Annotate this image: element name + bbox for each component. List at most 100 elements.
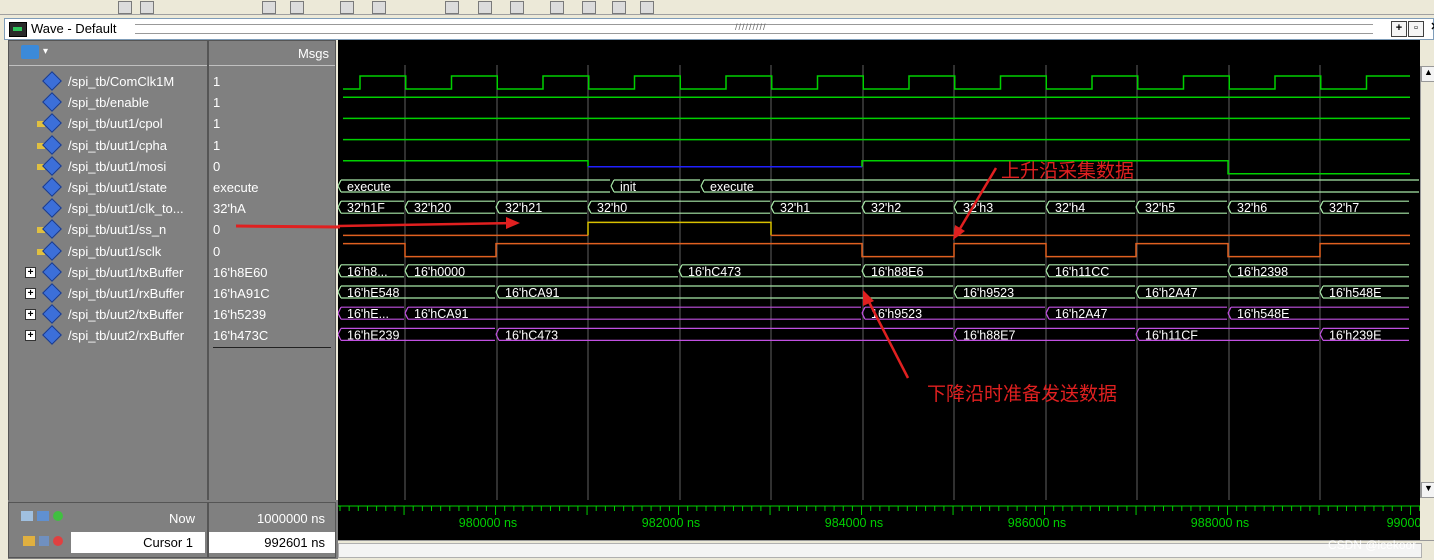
signal-name: /spi_tb/uut1/cpha <box>68 137 168 153</box>
toolbar-icon[interactable] <box>640 1 654 14</box>
titlebar-grip-dots: ///////// <box>735 22 767 32</box>
toolbar-icon[interactable] <box>510 1 524 14</box>
signal-row[interactable]: /spi_tb/ComClk1M <box>9 71 207 92</box>
bus-value-label: 32'h20 <box>414 201 451 215</box>
scroll-up-icon[interactable]: ▲ <box>1421 66 1434 82</box>
signal-names-pane: ▾ /spi_tb/ComClk1M/spi_tb/enable/spi_tb/… <box>8 40 208 502</box>
timeline-ruler[interactable]: 980000 ns 982000 ns 984000 ns 986000 ns 9880… <box>338 500 1421 540</box>
signal-row[interactable]: + /spi_tb/uut2/rxBuffer <box>9 325 207 346</box>
timeline-label: 99000 <box>1387 516 1420 530</box>
signal-name: /spi_tb/ComClk1M <box>68 74 175 89</box>
signal-row[interactable]: /spi_tb/enable <box>9 92 207 113</box>
expand-icon[interactable]: + <box>25 266 36 278</box>
bus-value-label: 16'h2398 <box>1237 265 1288 279</box>
signal-name: /spi_tb/uut2/txBuffer <box>68 307 184 323</box>
bus-value-label: 32'h7 <box>1329 201 1359 215</box>
footer-values: 1000000 ns 992601 ns <box>208 502 336 558</box>
toolbar-icon[interactable] <box>612 1 626 14</box>
signal-diamond-icon <box>42 155 62 176</box>
signal-row[interactable]: /spi_tb/uut1/cpol <box>9 113 207 134</box>
signal-diamond-icon <box>42 71 62 91</box>
signal-value: 1 <box>213 116 221 132</box>
signal-row[interactable]: /spi_tb/uut1/state <box>9 177 207 198</box>
toolbar-icon[interactable] <box>445 1 459 14</box>
bus-value-label: 16'hC473 <box>505 328 558 342</box>
bus-value-label: 16'hC473 <box>688 265 741 279</box>
signal-diamond-icon <box>42 240 62 261</box>
toolbar-icon[interactable] <box>478 1 492 14</box>
expand-icon[interactable]: + <box>25 288 36 299</box>
signal-row[interactable]: /spi_tb/uut1/clk_to... <box>9 198 207 219</box>
chevron-down-icon[interactable]: ▾ <box>43 46 48 57</box>
signal-row[interactable]: + /spi_tb/uut1/txBuffer <box>9 261 207 283</box>
toolbar-icon[interactable] <box>372 1 386 14</box>
bus-value-label: 16'h2A47 <box>1145 286 1197 300</box>
bus-transition <box>337 179 342 193</box>
timeline-label: 980000 ns <box>459 516 517 530</box>
cursor-value-field[interactable]: 992601 ns <box>209 532 335 553</box>
toolbar-icon[interactable] <box>140 1 154 14</box>
bus-transition <box>610 179 615 193</box>
bus-value-label: 16'h548E <box>1237 307 1289 321</box>
signal-row[interactable]: /spi_tb/uut1/mosi <box>9 155 207 177</box>
signal-name: /spi_tb/uut1/mosi <box>68 158 167 174</box>
scroll-track[interactable] <box>338 543 1422 558</box>
signal-row[interactable]: + /spi_tb/uut2/txBuffer <box>9 304 207 325</box>
expand-icon[interactable]: + <box>25 330 36 342</box>
signal-name: /spi_tb/uut1/state <box>68 180 168 195</box>
expand-icon[interactable]: + <box>25 309 36 321</box>
clock-wave <box>343 75 1410 90</box>
wave-tool-icon[interactable] <box>21 45 39 59</box>
delete-cursor-icon[interactable] <box>53 536 63 546</box>
signal-diamond-icon <box>42 304 62 325</box>
lock-icon[interactable] <box>23 536 35 546</box>
watermark: CSDN @icekoor <box>1328 538 1417 552</box>
toolbar-icon[interactable] <box>582 1 596 14</box>
mosi-wave <box>343 160 589 167</box>
bus-value-label: init <box>620 180 637 194</box>
add-cursor-icon[interactable] <box>53 511 63 521</box>
scroll-down-icon[interactable]: ▼ <box>1421 482 1434 498</box>
wrench-icon[interactable] <box>39 536 49 546</box>
cursor-name-field[interactable]: Cursor 1 <box>71 532 205 553</box>
timeline-label: 984000 ns <box>825 516 883 530</box>
toolbar-icon[interactable] <box>262 1 276 14</box>
toolbar-icon[interactable] <box>118 1 132 14</box>
bus-value-label: 32'h1F <box>347 201 385 215</box>
signal-name: /spi_tb/uut1/ss_n <box>68 222 167 238</box>
sclk-wave <box>343 242 1410 258</box>
signal-row[interactable]: /spi_tb/uut1/sclk <box>9 240 207 262</box>
signal-diamond-icon <box>42 134 62 155</box>
signal-name: /spi_tb/uut2/rxBuffer <box>68 328 185 344</box>
bus-value-label: 16'h88E7 <box>963 328 1015 342</box>
zoom-tool-icon[interactable] <box>37 511 49 521</box>
horizontal-scrollbar[interactable] <box>338 540 1434 560</box>
values-pane: Msgs 1 1 1 1 0 execute 32'hA 0 0 16'h8E60 16'hA91C… <box>208 40 336 502</box>
waveform-canvas[interactable]: execute init execute 32'h1F 32'h20 32'h21 32'h… <box>337 40 1420 500</box>
undock-icon[interactable]: ▫ <box>1408 21 1424 37</box>
signal-row[interactable]: /spi_tb/uut1/ss_n <box>9 219 207 240</box>
signal-name: /spi_tb/enable <box>68 95 149 111</box>
signal-row[interactable]: /spi_tb/uut1/cpha <box>9 134 207 156</box>
add-icon[interactable]: + <box>1391 21 1407 37</box>
toolbar-icon[interactable] <box>340 1 354 14</box>
bus-value-label: 16'hE548 <box>347 286 399 300</box>
bus-value-label: 16'hCA91 <box>414 307 469 321</box>
bus-value-label: execute <box>710 180 754 194</box>
toolbar-icon[interactable] <box>550 1 564 14</box>
signal-value: 1 <box>213 137 221 153</box>
timeline-canvas[interactable]: 980000 ns 982000 ns 984000 ns 986000 ns 9880… <box>338 500 1421 540</box>
bus-value-label: 16'h0000 <box>414 265 465 279</box>
toolbar-icon[interactable] <box>290 1 304 14</box>
signal-row[interactable]: + /spi_tb/uut1/rxBuffer <box>9 283 207 304</box>
ruler-scroll <box>1420 500 1434 540</box>
signal-diamond-icon <box>42 177 62 197</box>
waveform-pane[interactable]: execute init execute 32'h1F 32'h20 32'h21 32'h… <box>337 40 1420 500</box>
wave-window-icon <box>9 22 27 37</box>
signal-name: /spi_tb/uut1/sclk <box>68 243 162 259</box>
bus-value-label: 16'hCA91 <box>505 286 560 300</box>
close-icon[interactable]: ✕ <box>1428 21 1434 35</box>
cursor-tool-icon[interactable] <box>21 511 33 521</box>
signal-name: /spi_tb/uut1/cpol <box>68 116 163 132</box>
vertical-scrollbar[interactable]: ▲ ▼ <box>1420 66 1434 498</box>
